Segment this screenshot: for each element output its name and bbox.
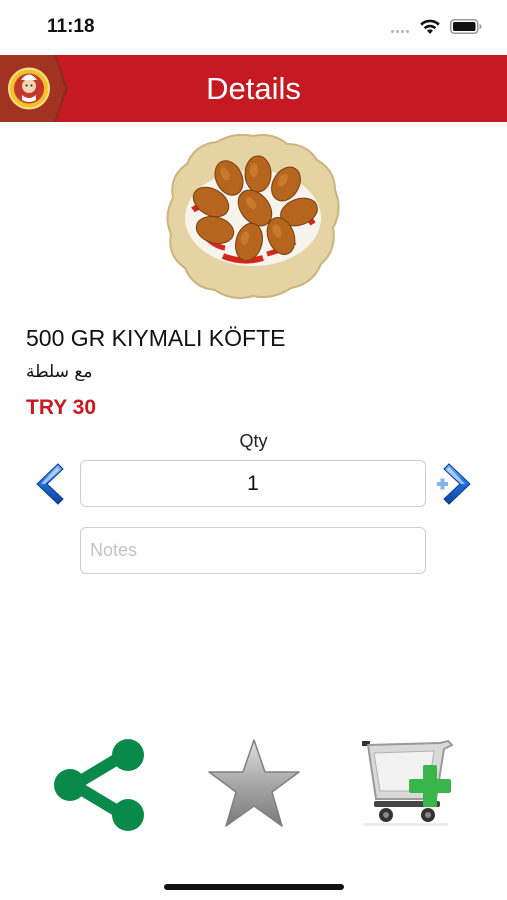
qty-increment-button[interactable] xyxy=(436,461,476,507)
cart-add-icon xyxy=(362,739,454,826)
product-image xyxy=(166,133,340,299)
screen: 11:18 Details 500 GR KIYMALI KÖFTE مع سل… xyxy=(0,0,507,900)
header-bar: Details xyxy=(0,55,507,122)
product-price: TRY 30 xyxy=(26,396,97,419)
qty-input[interactable]: 1 xyxy=(80,460,426,507)
status-time: 11:18 xyxy=(47,16,95,37)
signal-dots-icon xyxy=(391,30,413,34)
home-indicator xyxy=(164,884,344,890)
qty-label: Qty xyxy=(239,431,268,451)
restaurant-logo[interactable] xyxy=(0,55,70,122)
product-name: 500 GR KIYMALI KÖFTE xyxy=(26,325,286,351)
cart-button[interactable] xyxy=(360,735,458,831)
qty-decrement-button[interactable] xyxy=(30,461,66,507)
page-title: Details xyxy=(206,71,301,106)
product-description: مع سلطة xyxy=(26,362,93,382)
share-button[interactable] xyxy=(50,737,150,833)
battery-icon xyxy=(450,19,482,34)
wifi-icon xyxy=(420,19,440,34)
status-bar: 11:18 xyxy=(0,0,507,54)
favorite-button[interactable] xyxy=(206,737,302,831)
share-icon xyxy=(54,739,144,831)
notes-input[interactable]: Notes xyxy=(80,527,426,574)
star-icon xyxy=(208,739,300,827)
